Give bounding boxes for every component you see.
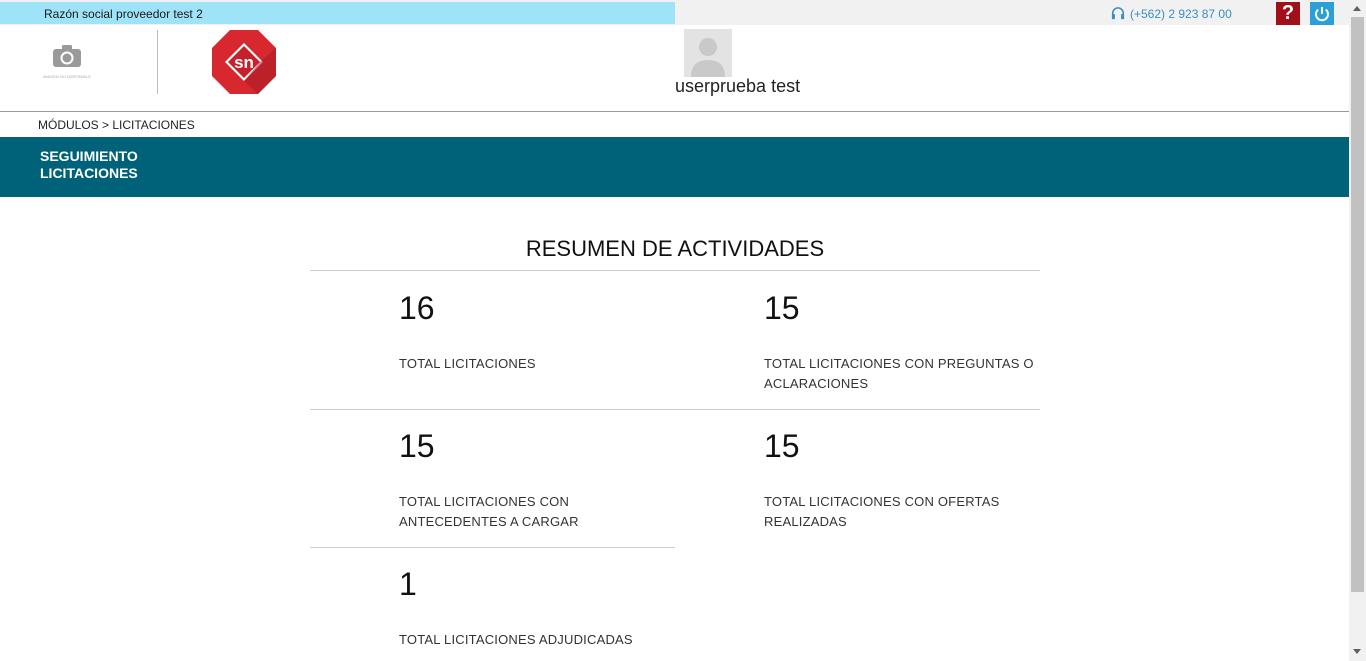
vertical-scrollbar[interactable] <box>1349 0 1366 661</box>
username: userprueba test <box>675 76 801 96</box>
summary-title: RESUMEN DE ACTIVIDADES <box>525 236 825 261</box>
header-divider <box>157 30 158 94</box>
stat-value: 15 <box>764 428 800 464</box>
logo-text: sn <box>234 53 254 72</box>
user-silhouette-icon <box>684 29 732 77</box>
breadcrumb[interactable]: MÓDULOS > LICITACIONES <box>38 118 195 132</box>
section-title: SEGUIMIENTO LICITACIONES <box>40 148 138 181</box>
stat-value: 15 <box>764 290 800 326</box>
avatar[interactable] <box>684 29 732 77</box>
company-image-caption: IMAGEN NO DISPONIBLE <box>42 74 91 79</box>
stat-label: TOTAL LICITACIONES CON ANTECEDENTES A CA… <box>399 494 579 529</box>
sn-logo: sn <box>211 29 277 95</box>
header: IMAGEN NO DISPONIBLE sn userprueba test <box>0 25 1349 112</box>
summary-divider <box>310 270 1040 271</box>
top-bar: Razón social proveedor test 2 (+562) 2 9… <box>0 0 1349 25</box>
stat-label: TOTAL LICITACIONES CON PREGUNTAS O ACLAR… <box>764 356 1034 391</box>
headset-icon <box>1111 7 1125 20</box>
logout-button[interactable] <box>1310 2 1334 25</box>
stat-ofertas-realizadas[interactable]: 15 TOTAL LICITACIONES CON OFERTAS REALIZ… <box>764 428 1034 532</box>
stat-label: TOTAL LICITACIONES <box>399 356 536 371</box>
company-name: Razón social proveedor test 2 <box>44 7 203 21</box>
stat-preguntas-aclaraciones[interactable]: 15 TOTAL LICITACIONES CON PREGUNTAS O AC… <box>764 290 1034 394</box>
help-button[interactable]: ? <box>1276 2 1300 25</box>
stat-label: TOTAL LICITACIONES CON OFERTAS REALIZADA… <box>764 494 1000 529</box>
company-name-bar: Razón social proveedor test 2 <box>0 2 675 24</box>
section-header-band: SEGUIMIENTO LICITACIONES <box>0 137 1349 197</box>
stat-antecedentes-cargar[interactable]: 15 TOTAL LICITACIONES CON ANTECEDENTES A… <box>399 428 669 532</box>
scrollbar-thumb[interactable] <box>1351 17 1364 592</box>
company-image-placeholder: IMAGEN NO DISPONIBLE <box>42 44 92 84</box>
phone-number: (+562) 2 923 87 00 <box>1130 7 1232 21</box>
stat-total-licitaciones[interactable]: 16 TOTAL LICITACIONES <box>399 290 669 374</box>
stat-value: 15 <box>399 428 435 464</box>
stat-label: TOTAL LICITACIONES ADJUDICADAS <box>399 632 633 647</box>
row-divider <box>310 409 1040 410</box>
row-divider <box>310 547 675 548</box>
stat-value: 16 <box>399 290 435 326</box>
stat-adjudicadas[interactable]: 1 TOTAL LICITACIONES ADJUDICADAS <box>399 566 669 650</box>
support-phone[interactable]: (+562) 2 923 87 00 <box>1111 7 1232 21</box>
power-icon <box>1315 6 1329 21</box>
scroll-up-arrow-icon[interactable] <box>1353 6 1361 11</box>
stat-value: 1 <box>399 566 417 602</box>
question-mark-icon: ? <box>1281 2 1295 24</box>
scroll-down-arrow-icon[interactable] <box>1353 649 1361 654</box>
camera-icon <box>53 45 81 67</box>
